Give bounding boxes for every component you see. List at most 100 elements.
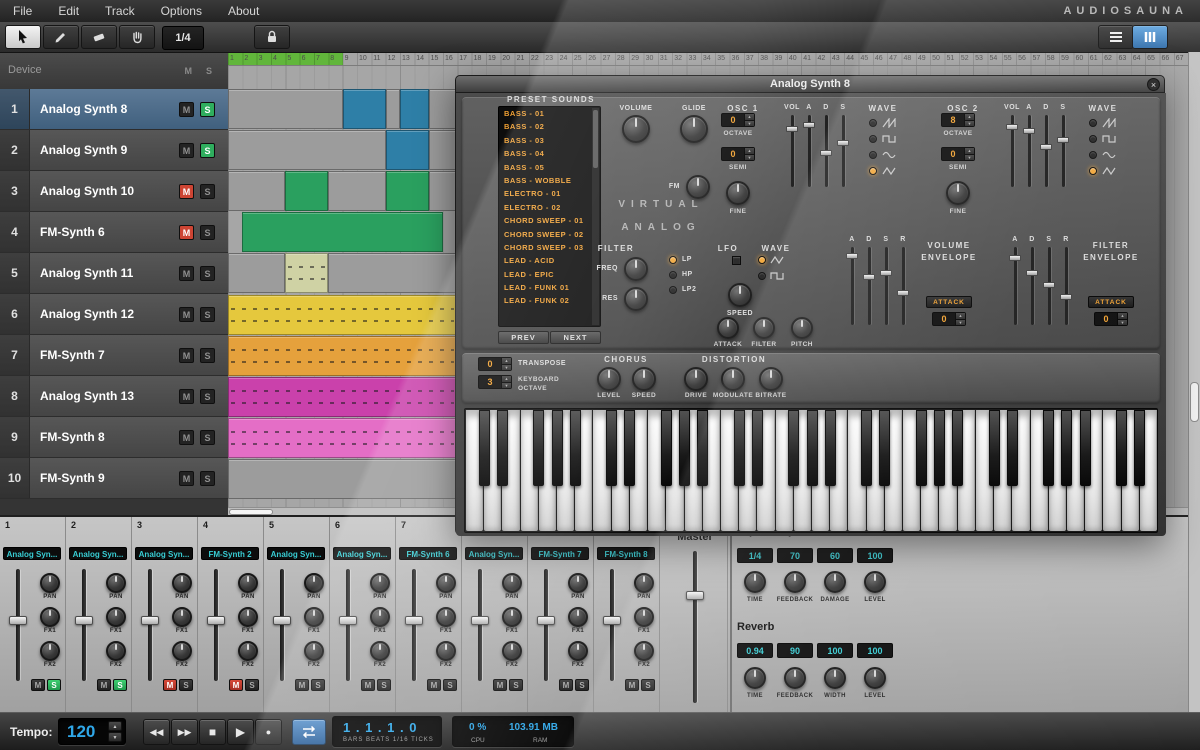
tape-delay-feedback-knob[interactable] xyxy=(784,571,806,593)
piano-key-black[interactable] xyxy=(788,410,799,486)
loop-button[interactable] xyxy=(292,719,326,745)
preset-scroll-thumb[interactable] xyxy=(593,110,598,168)
fader-thumb[interactable] xyxy=(471,616,489,625)
master-fader[interactable] xyxy=(686,551,704,703)
env-slider[interactable] xyxy=(897,247,909,325)
preset-prev-button[interactable]: PREV xyxy=(498,331,549,344)
slider-thumb[interactable] xyxy=(786,126,798,132)
track-solo-button[interactable]: S xyxy=(200,389,215,404)
reverb-feedback-knob[interactable] xyxy=(784,667,806,689)
fx2-knob[interactable] xyxy=(304,641,324,661)
clip[interactable] xyxy=(429,130,458,170)
osc-slider[interactable] xyxy=(1057,115,1069,187)
channel-mute-button[interactable]: M xyxy=(295,679,309,691)
piano-key-black[interactable] xyxy=(916,410,927,486)
osc-slider[interactable] xyxy=(786,115,798,187)
channel-mute-button[interactable]: M xyxy=(625,679,639,691)
fader-thumb[interactable] xyxy=(339,616,357,625)
filter-freq-knob[interactable] xyxy=(624,257,648,281)
fx1-knob[interactable] xyxy=(40,607,60,627)
channel-fader[interactable] xyxy=(537,569,555,681)
piano-key-black[interactable] xyxy=(952,410,963,486)
osc-slider[interactable] xyxy=(837,115,849,187)
track-solo-button[interactable]: S xyxy=(200,143,215,158)
semi-stepper[interactable]: 0▲▼ xyxy=(941,147,975,161)
octave-stepper[interactable]: 8▲▼ xyxy=(941,113,975,127)
lfo-filter-knob[interactable] xyxy=(753,317,775,339)
piano-key-black[interactable] xyxy=(697,410,708,486)
clip[interactable] xyxy=(429,171,458,211)
piano-key-black[interactable] xyxy=(497,410,508,486)
env-slider[interactable] xyxy=(1060,247,1072,325)
menu-item-about[interactable]: About xyxy=(215,0,272,22)
osc-wave-led[interactable] xyxy=(869,135,877,143)
hand-tool-button[interactable] xyxy=(119,25,155,49)
osc-wave-led[interactable] xyxy=(1089,119,1097,127)
slider-thumb[interactable] xyxy=(1009,255,1021,261)
channel-fader[interactable] xyxy=(75,569,93,681)
track-mute-button[interactable]: M xyxy=(179,266,194,281)
piano-key-black[interactable] xyxy=(606,410,617,486)
fm-knob[interactable] xyxy=(686,175,710,199)
piano-key-black[interactable] xyxy=(1061,410,1072,486)
track-row[interactable]: 5Analog Synth 11MS xyxy=(0,253,228,294)
piano-key-black[interactable] xyxy=(752,410,763,486)
fx1-knob[interactable] xyxy=(238,607,258,627)
chorus-level-knob[interactable] xyxy=(597,367,621,391)
filter-res-knob[interactable] xyxy=(624,287,648,311)
menu-item-edit[interactable]: Edit xyxy=(45,0,92,22)
channel-solo-button[interactable]: S xyxy=(443,679,457,691)
fast-forward-button[interactable]: ▶▶ xyxy=(171,719,198,745)
keyboard-octave-stepper[interactable]: 3▲▼ xyxy=(478,375,512,389)
step-down-button[interactable]: ▼ xyxy=(502,383,511,389)
tape-delay-level-knob[interactable] xyxy=(864,571,886,593)
channel-fader[interactable] xyxy=(9,569,27,681)
piano-key-black[interactable] xyxy=(989,410,1000,486)
distortion-bitrate-knob[interactable] xyxy=(759,367,783,391)
tape-delay-damage-knob[interactable] xyxy=(824,571,846,593)
channel-solo-button[interactable]: S xyxy=(47,679,61,691)
channel-solo-button[interactable]: S xyxy=(377,679,391,691)
channel-solo-button[interactable]: S xyxy=(641,679,655,691)
clip[interactable] xyxy=(228,295,457,335)
track-mute-button[interactable]: M xyxy=(179,307,194,322)
track-row[interactable]: 1Analog Synth 8MS xyxy=(0,89,228,130)
eraser-tool-button[interactable] xyxy=(81,25,117,49)
clip[interactable] xyxy=(343,89,386,129)
tempo-down-button[interactable]: ▼ xyxy=(108,732,122,742)
slider-thumb[interactable] xyxy=(897,290,909,296)
fader-thumb[interactable] xyxy=(686,591,704,600)
track-solo-button[interactable]: S xyxy=(200,102,215,117)
clip[interactable] xyxy=(386,89,400,129)
lfo-attack-knob[interactable] xyxy=(717,317,739,339)
glide-knob[interactable] xyxy=(680,115,708,143)
pan-knob[interactable] xyxy=(436,573,456,593)
track-solo-button[interactable]: S xyxy=(200,225,215,240)
record-button[interactable]: ● xyxy=(255,719,282,745)
clip[interactable] xyxy=(386,171,429,211)
clip[interactable] xyxy=(285,253,328,293)
fader-thumb[interactable] xyxy=(405,616,423,625)
filter-mode-led[interactable] xyxy=(669,256,677,264)
fx1-knob[interactable] xyxy=(568,607,588,627)
octave-stepper[interactable]: 0▲▼ xyxy=(721,113,755,127)
preset-scrollbar[interactable] xyxy=(592,108,599,325)
pan-knob[interactable] xyxy=(238,573,258,593)
fader-thumb[interactable] xyxy=(537,616,555,625)
select-tool-button[interactable] xyxy=(5,25,41,49)
lfo-pitch-knob[interactable] xyxy=(791,317,813,339)
channel-fader[interactable] xyxy=(207,569,225,681)
preset-item[interactable]: BASS - 01 xyxy=(499,107,600,120)
piano-key-black[interactable] xyxy=(679,410,690,486)
pan-knob[interactable] xyxy=(370,573,390,593)
fx1-knob[interactable] xyxy=(304,607,324,627)
preset-item[interactable]: BASS - WOBBLE xyxy=(499,174,600,187)
chorus-speed-knob[interactable] xyxy=(632,367,656,391)
slider-thumb[interactable] xyxy=(1040,144,1052,150)
slider-thumb[interactable] xyxy=(803,122,815,128)
distortion-modulate-knob[interactable] xyxy=(721,367,745,391)
osc-wave-led[interactable] xyxy=(869,151,877,159)
piano-key-black[interactable] xyxy=(479,410,490,486)
reverb-time-knob[interactable] xyxy=(744,667,766,689)
fader-thumb[interactable] xyxy=(603,616,621,625)
